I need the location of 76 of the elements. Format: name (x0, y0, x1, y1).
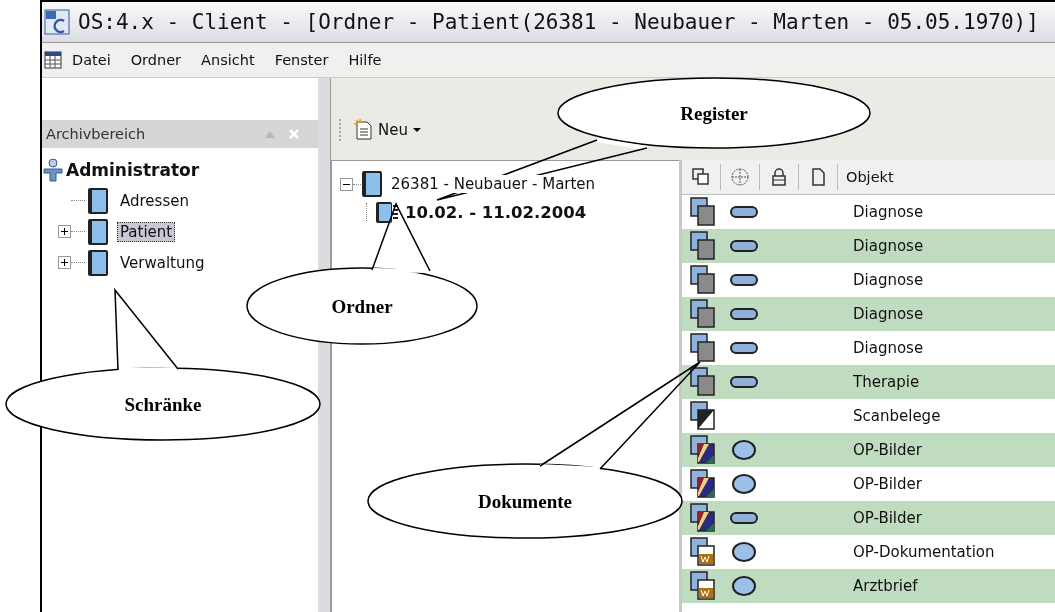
list-row[interactable]: Diagnose (682, 297, 1055, 331)
menu-item[interactable]: Datei (62, 52, 121, 68)
binder-icon (87, 186, 109, 215)
object-name: Scanbelege (852, 407, 941, 425)
document-type-icon (690, 537, 716, 567)
object-name: Diagnose (852, 305, 924, 323)
callout-label: Register (680, 103, 748, 124)
bar-marker-icon (730, 341, 758, 355)
binder-icon (361, 170, 383, 198)
list-row[interactable]: Therapie (682, 365, 1055, 399)
menu-item[interactable]: Fenster (264, 52, 339, 68)
panel-title: Archivbereich (46, 126, 147, 142)
oval-marker-icon (731, 473, 757, 495)
list-row[interactable]: OP-Bilder (682, 433, 1055, 467)
document-type-icon (690, 299, 716, 329)
stacked-squares-icon (691, 167, 711, 187)
app-icon (44, 9, 70, 35)
register-icon (375, 200, 399, 224)
tree-item[interactable]: 10.02. - 11.02.2004 (405, 202, 587, 222)
document-type-icon (690, 231, 716, 261)
oval-marker-icon (731, 541, 757, 563)
callout-label: Ordner (331, 296, 393, 317)
bar-marker-icon (730, 205, 758, 219)
bar-marker-icon (730, 375, 758, 389)
grid-icon[interactable] (44, 51, 62, 69)
document-type-icon (690, 265, 716, 295)
object-name: OP-Dokumentation (852, 543, 995, 561)
document-type-icon (690, 435, 716, 465)
binder-icon (87, 217, 109, 246)
object-name: Arztbrief (852, 577, 918, 595)
object-name: Therapie (852, 373, 920, 391)
tree-item[interactable]: Adressen (117, 190, 192, 211)
document-type-icon (690, 333, 716, 363)
tree-item[interactable]: 26381 - Neubauer - Marten (391, 175, 596, 193)
object-name: OP-Bilder (852, 441, 922, 459)
column-header[interactable]: Objekt (838, 164, 894, 190)
object-name: Diagnose (852, 203, 924, 221)
list-row[interactable]: Arztbrief (682, 569, 1055, 603)
document-type-icon (690, 503, 716, 533)
menu-item[interactable]: Ordner (120, 52, 192, 68)
object-name: OP-Bilder (852, 475, 922, 493)
object-name: Diagnose (852, 339, 924, 357)
object-name: OP-Bilder (852, 509, 922, 527)
menu-item[interactable]: Hilfe (338, 52, 392, 68)
new-document-icon (354, 119, 374, 141)
tree-item[interactable]: Verwaltung (117, 252, 208, 273)
bar-marker-icon (730, 511, 758, 525)
document-type-icon (690, 197, 716, 227)
document-type-icon (690, 469, 716, 499)
window-title: OS:4.x - Client - [Ordner - Patient(26381 - Neubauer - Marten - 05.05.1970)] (78, 10, 1039, 34)
callout-label: Schränke (124, 394, 202, 415)
collapse-icon[interactable] (340, 177, 353, 191)
tree-item[interactable]: Patient (117, 221, 176, 242)
oval-marker-icon (731, 439, 757, 461)
menu-item[interactable]: Ansicht (191, 52, 265, 68)
bar-marker-icon (730, 307, 758, 321)
oval-marker-icon (731, 575, 757, 597)
binder-icon (87, 248, 109, 277)
tree-item[interactable]: Administrator (66, 159, 200, 180)
bar-marker-icon (730, 239, 758, 253)
list-row[interactable]: OP-Bilder (682, 501, 1055, 535)
document-type-icon (690, 367, 716, 397)
document-type-icon (690, 571, 716, 601)
expand-icon[interactable] (58, 256, 71, 269)
caret-icon (411, 127, 422, 133)
expand-icon[interactable] (58, 225, 71, 238)
lock-icon (769, 167, 789, 187)
bar-marker-icon (730, 273, 758, 287)
callout-label: Dokumente (478, 491, 572, 512)
object-name: Diagnose (852, 237, 924, 255)
new-button[interactable]: Neu (350, 117, 426, 143)
globe-icon (730, 167, 750, 187)
list-row[interactable]: Diagnose (682, 229, 1055, 263)
object-name: Diagnose (852, 271, 924, 289)
document-type-icon (690, 401, 716, 431)
user-icon (42, 157, 64, 182)
